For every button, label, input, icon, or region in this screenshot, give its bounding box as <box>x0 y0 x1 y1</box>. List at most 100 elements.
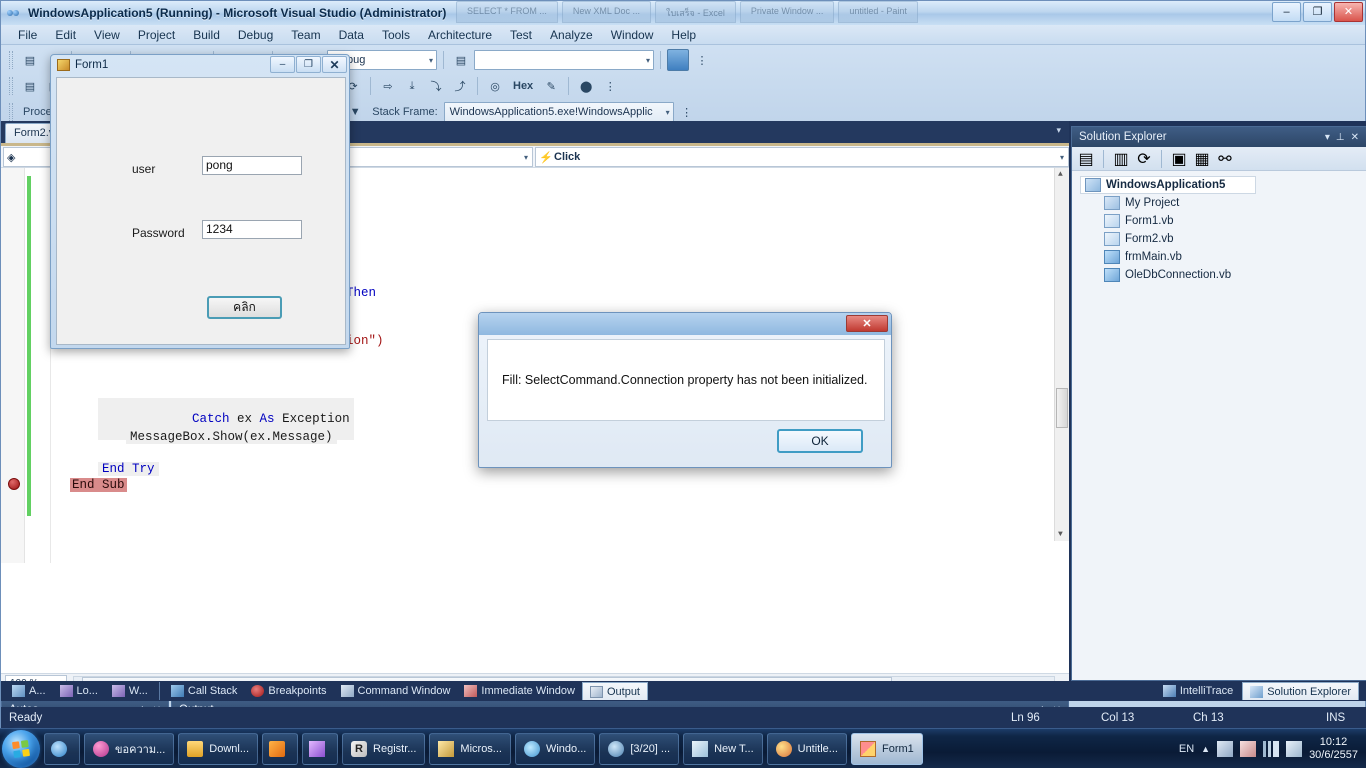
editor-vertical-scrollbar[interactable]: ▲ ▼ <box>1054 168 1069 541</box>
taskbar-item-registry[interactable]: R Registr... <box>342 732 426 765</box>
submit-button[interactable]: คลิก <box>207 296 282 319</box>
tab-breakpoints[interactable]: Breakpoints <box>244 682 333 700</box>
tree-node-oledbconnection-vb[interactable]: OleDbConnection.vb <box>1078 266 1366 284</box>
action-center-icon[interactable] <box>1240 740 1257 757</box>
tab-command-window[interactable]: Command Window <box>334 682 458 700</box>
close-button[interactable]: ✕ <box>1334 2 1363 22</box>
tab-autos[interactable]: A... <box>5 682 53 700</box>
step-out-icon[interactable]: ⤴ <box>449 75 471 97</box>
indicator-margin[interactable] <box>1 168 25 563</box>
form1-minimize-button[interactable]: – <box>270 56 295 73</box>
network-error-icon[interactable] <box>1217 740 1234 757</box>
menu-test[interactable]: Test <box>501 26 541 44</box>
view-class-diagram-icon[interactable]: ⚯ <box>1215 149 1235 169</box>
scrollbar-thumb[interactable] <box>1056 388 1068 428</box>
maximize-button[interactable]: ❐ <box>1303 2 1332 22</box>
tab-solution-explorer[interactable]: Solution Explorer <box>1242 682 1359 700</box>
menu-help[interactable]: Help <box>662 26 705 44</box>
tab-locals[interactable]: Lo... <box>53 682 105 700</box>
menu-window[interactable]: Window <box>602 26 663 44</box>
tab-call-stack[interactable]: Call Stack <box>164 682 245 700</box>
tab-intellitrace[interactable]: IntelliTrace <box>1156 682 1240 700</box>
form-icon <box>1104 232 1120 246</box>
toolbar-overflow-icon[interactable]: ⋮ <box>691 49 713 71</box>
tree-node-form1-vb[interactable]: Form1.vb <box>1078 212 1366 230</box>
find-combo[interactable] <box>474 50 654 70</box>
watch-window-icon[interactable]: ▤ <box>19 75 41 97</box>
show-all-files-icon[interactable]: ▥ <box>1111 149 1131 169</box>
show-next-statement-icon[interactable]: ⇨ <box>377 75 399 97</box>
menu-architecture[interactable]: Architecture <box>419 26 501 44</box>
menu-file[interactable]: File <box>9 26 46 44</box>
minimize-button[interactable]: – <box>1272 2 1301 22</box>
taskbar-item-window[interactable]: Windo... <box>514 732 596 765</box>
tree-node-frmmain-vb[interactable]: frmMain.vb <box>1078 248 1366 266</box>
toolbar-grip[interactable] <box>9 51 13 69</box>
taskbar-item-new-text-document[interactable]: New T... <box>683 732 763 765</box>
event-bolt-icon: ⚡ <box>539 151 553 164</box>
properties-icon[interactable]: ▤ <box>1076 149 1096 169</box>
find-in-files-icon[interactable]: ▤ <box>450 49 472 71</box>
taskbar-item-microsoft-tools[interactable]: Micros... <box>429 732 511 765</box>
clock[interactable]: 10:12 30/6/2557 <box>1309 736 1358 762</box>
menu-edit[interactable]: Edit <box>46 26 85 44</box>
menu-data[interactable]: Data <box>330 26 373 44</box>
collapse-all-icon[interactable]: ▣ <box>1169 149 1189 169</box>
messagebox-close-button[interactable]: ✕ <box>846 315 888 332</box>
menu-tools[interactable]: Tools <box>373 26 419 44</box>
taskbar-item-internet-explorer[interactable] <box>44 732 80 765</box>
toolbox-icon[interactable] <box>667 49 689 71</box>
menu-analyze[interactable]: Analyze <box>541 26 602 44</box>
menu-project[interactable]: Project <box>129 26 184 44</box>
quick-watch-icon[interactable]: ◎ <box>484 75 506 97</box>
step-over-icon[interactable]: ⤵ <box>425 75 447 97</box>
step-into-icon[interactable]: ⤓ <box>401 75 423 97</box>
signal-icon[interactable] <box>1263 740 1280 757</box>
tree-node-my-project[interactable]: My Project <box>1078 194 1366 212</box>
taskbar-item-movie-maker[interactable] <box>302 732 339 765</box>
tree-node-form2-vb[interactable]: Form2.vb <box>1078 230 1366 248</box>
language-indicator[interactable]: EN <box>1179 743 1194 755</box>
menu-build[interactable]: Build <box>184 26 229 44</box>
panel-menu-icon[interactable]: ▾ <box>1322 132 1333 143</box>
form1-maximize-button[interactable]: ❐ <box>296 56 321 73</box>
menu-team[interactable]: Team <box>282 26 329 44</box>
view-designer-icon[interactable]: ▦ <box>1192 149 1212 169</box>
outlining-margin[interactable] <box>33 168 51 563</box>
refresh-icon[interactable]: ⟳ <box>1134 149 1154 169</box>
tab-output[interactable]: Output <box>581 682 648 700</box>
breakpoints-window-icon[interactable]: ⬤ <box>575 75 597 97</box>
new-project-icon[interactable]: ▤ <box>19 49 41 71</box>
messagebox-ok-button[interactable]: OK <box>777 429 863 453</box>
user-input[interactable]: pong <box>202 156 302 175</box>
password-input[interactable]: 1234 <box>202 220 302 239</box>
pin-icon[interactable]: ⊥ <box>1333 132 1348 143</box>
tree-node-project[interactable]: WindowsApplication5 <box>1080 176 1256 194</box>
tab-watch[interactable]: W... <box>105 682 155 700</box>
volume-muted-icon[interactable] <box>1286 740 1303 757</box>
taskbar-item-form1[interactable]: Form1 <box>850 732 923 765</box>
debug-location-overflow-icon[interactable]: ⋮ <box>676 101 698 123</box>
toggle-bookmark-icon[interactable]: ✎ <box>540 75 562 97</box>
movie-maker-icon <box>309 740 326 757</box>
stack-frame-combo[interactable]: WindowsApplication5.exe!WindowsApplic <box>443 102 674 122</box>
debug-location-overflow-icon[interactable]: ⋮ <box>599 75 621 97</box>
taskbar-item-media-player[interactable] <box>262 732 299 765</box>
toolbar-grip[interactable] <box>9 103 13 121</box>
tab-immediate-window[interactable]: Immediate Window <box>457 682 582 700</box>
windows-start-orb[interactable] <box>2 729 40 768</box>
close-icon[interactable]: ✕ <box>1348 132 1362 143</box>
taskbar-item-downloads[interactable]: Downl... <box>178 732 259 765</box>
menu-view[interactable]: View <box>85 26 129 44</box>
taskbar-item-paint[interactable]: Untitle... <box>766 732 847 765</box>
events-combo[interactable]: ⚡ Click <box>535 147 1069 167</box>
hexadecimal-display-button[interactable]: Hex <box>508 75 538 97</box>
taskbar-item-media-library[interactable]: [3/20] ... <box>599 732 680 765</box>
tab-dropdown-icon[interactable]: ▾ <box>1056 125 1061 136</box>
breakpoint-glyph[interactable] <box>8 478 20 490</box>
toolbar-grip[interactable] <box>9 77 13 95</box>
form1-close-button[interactable]: ✕ <box>322 56 347 73</box>
taskbar-item-browser[interactable]: ขอความ... <box>84 732 175 765</box>
show-hidden-icons-icon[interactable]: ▲ <box>1201 744 1210 754</box>
menu-debug[interactable]: Debug <box>229 26 282 44</box>
